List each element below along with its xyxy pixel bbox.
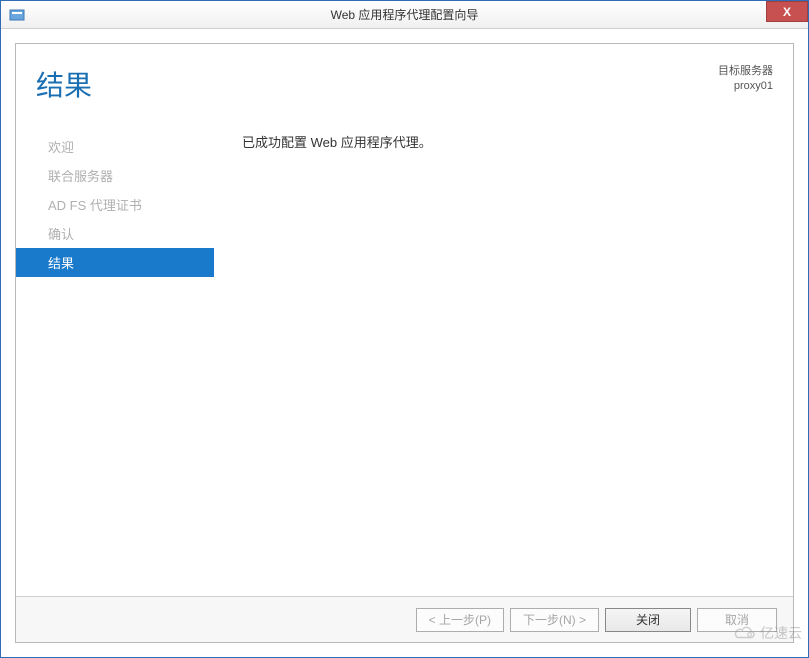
sidebar-item-label: 联合服务器 xyxy=(48,169,113,184)
app-icon xyxy=(7,5,27,25)
sidebar: 欢迎 联合服务器 AD FS 代理证书 确认 结果 xyxy=(16,124,214,596)
header-area: 结果 目标服务器 proxy01 xyxy=(16,44,793,114)
content-wrapper: 结果 目标服务器 proxy01 欢迎 联合服务器 AD FS 代理证书 xyxy=(1,29,808,657)
sidebar-item-confirm: 确认 xyxy=(16,219,214,248)
sidebar-item-results: 结果 xyxy=(16,248,214,277)
body-area: 欢迎 联合服务器 AD FS 代理证书 确认 结果 xyxy=(16,114,793,596)
sidebar-item-welcome: 欢迎 xyxy=(16,132,214,161)
target-label: 目标服务器 xyxy=(718,64,773,79)
sidebar-item-label: AD FS 代理证书 xyxy=(48,198,142,213)
wizard-window: Web 应用程序代理配置向导 X 结果 目标服务器 proxy01 欢迎 联合服… xyxy=(0,0,809,658)
close-wizard-button[interactable]: 关闭 xyxy=(605,608,691,632)
previous-button: < 上一步(P) xyxy=(416,608,504,632)
target-info: 目标服务器 proxy01 xyxy=(718,64,773,95)
titlebar: Web 应用程序代理配置向导 X xyxy=(1,1,808,29)
result-message: 已成功配置 Web 应用程序代理。 xyxy=(242,132,773,151)
sidebar-item-adfs-proxy-cert: AD FS 代理证书 xyxy=(16,190,214,219)
main-content: 已成功配置 Web 应用程序代理。 xyxy=(214,124,793,596)
page-title: 结果 xyxy=(36,64,92,104)
cancel-button: 取消 xyxy=(697,608,777,632)
window-title: Web 应用程序代理配置向导 xyxy=(331,6,479,23)
target-name: proxy01 xyxy=(718,79,773,94)
sidebar-item-label: 确认 xyxy=(48,227,74,242)
button-bar: < 上一步(P) 下一步(N) > 关闭 取消 xyxy=(16,596,793,642)
inner-panel: 结果 目标服务器 proxy01 欢迎 联合服务器 AD FS 代理证书 xyxy=(15,43,794,643)
close-button[interactable]: X xyxy=(766,1,808,22)
sidebar-item-federation-server: 联合服务器 xyxy=(16,161,214,190)
sidebar-item-label: 结果 xyxy=(48,256,74,271)
next-button: 下一步(N) > xyxy=(510,608,599,632)
sidebar-item-label: 欢迎 xyxy=(48,140,74,155)
